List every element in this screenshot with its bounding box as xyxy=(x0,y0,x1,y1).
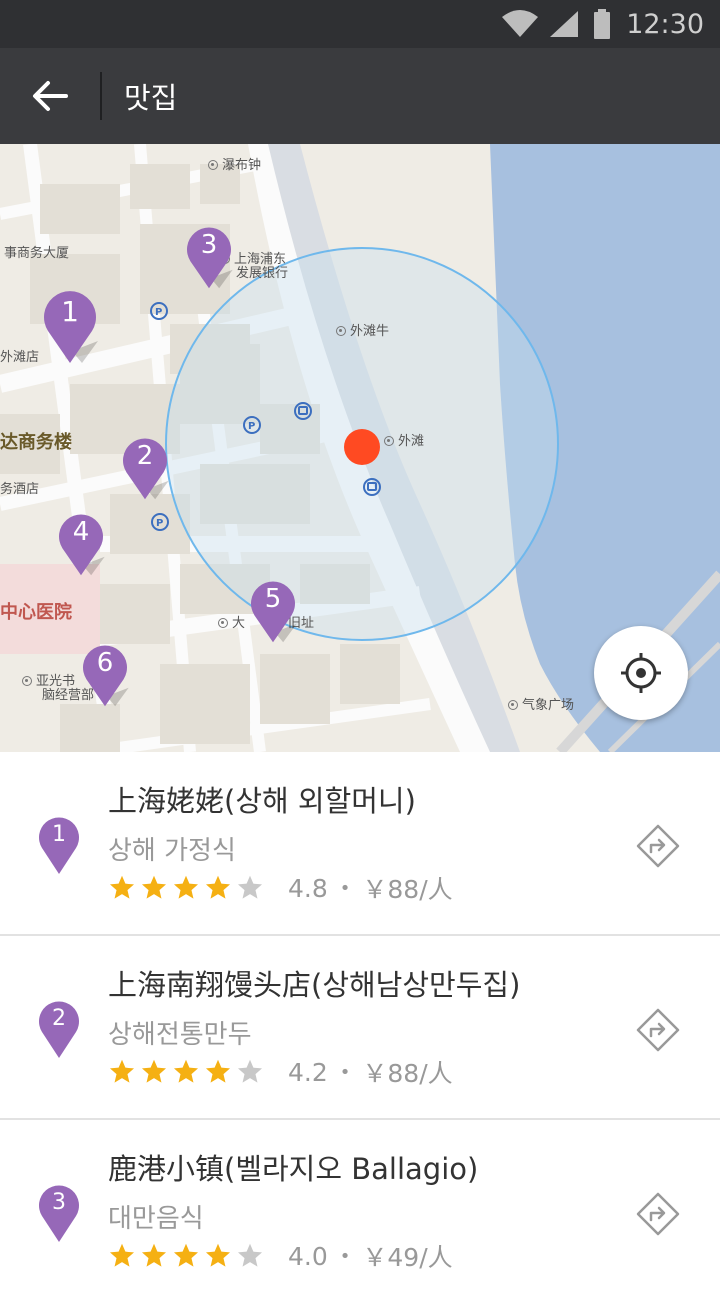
restaurant-category: 상해전통만두 xyxy=(108,1020,252,1050)
list-item[interactable]: 1 上海姥姥(상해 외할머니) 상해 가정식 4.8 • ￥88/人 xyxy=(0,752,720,936)
map-label: 事商务大厦 xyxy=(4,246,70,261)
star-icon xyxy=(141,1059,167,1083)
map-pin[interactable]: 4 xyxy=(57,511,105,577)
star-icon xyxy=(173,1243,199,1267)
star-icon xyxy=(205,1243,231,1267)
map-label: 中心医院 xyxy=(0,602,72,623)
rating-value: 4.0 xyxy=(288,1241,328,1271)
star-rating xyxy=(108,1058,268,1086)
arrow-left-icon xyxy=(33,81,68,111)
star-icon xyxy=(205,1059,231,1083)
star-icon xyxy=(141,1243,167,1267)
star-icon xyxy=(109,1243,135,1267)
rating-value: 4.2 xyxy=(288,1057,328,1087)
map-pin[interactable]: 6 xyxy=(81,642,129,708)
restaurant-meta: 4.2 • ￥88/人 xyxy=(108,1054,453,1090)
map-pin[interactable]: 1 xyxy=(42,287,98,365)
map-label: 务酒店 xyxy=(0,482,40,497)
star-icon xyxy=(205,875,231,899)
directions-button[interactable] xyxy=(634,822,682,870)
directions-icon xyxy=(636,1192,680,1236)
star-icon xyxy=(173,1059,199,1083)
price: ￥49/人 xyxy=(362,1243,453,1272)
directions-icon xyxy=(636,1008,680,1052)
price: ￥88/人 xyxy=(362,1059,453,1088)
wifi-icon xyxy=(502,10,539,37)
star-icon xyxy=(173,875,199,899)
list-item[interactable]: 3 鹿港小镇(벨라지오 Ballagio) 대만음식 4.0 • ￥49/人 xyxy=(0,1120,720,1304)
map-pin[interactable]: 2 xyxy=(121,435,169,501)
restaurant-name: 上海南翔馒头店(상해남상만두집) xyxy=(108,968,521,1002)
separator-dot: • xyxy=(339,877,351,899)
status-bar: 12:30 xyxy=(0,0,720,48)
map-label: 瀑布钟 xyxy=(208,154,261,173)
separator-dot: • xyxy=(339,1061,351,1083)
directions-icon xyxy=(636,824,680,868)
svg-text:P: P xyxy=(155,307,162,318)
map-label: 外滩店 xyxy=(0,350,40,365)
restaurant-category: 대만음식 xyxy=(108,1204,204,1234)
restaurant-meta: 4.0 • ￥49/人 xyxy=(108,1238,453,1274)
directions-button[interactable] xyxy=(634,1006,682,1054)
price: ￥88/人 xyxy=(362,875,453,904)
restaurant-meta: 4.8 • ￥88/人 xyxy=(108,870,453,906)
rating-value: 4.8 xyxy=(288,873,328,903)
map-pin[interactable]: 5 xyxy=(249,578,297,644)
map-label: 气象广场 xyxy=(508,694,574,713)
signal-icon xyxy=(550,11,579,37)
app-bar: 맛집 xyxy=(0,48,720,144)
star-icon xyxy=(109,1059,135,1083)
star-rating xyxy=(108,874,268,902)
map-view[interactable]: PPP 瀑布钟 事商务大厦 上海浦东 发展银行 外滩店 外滩牛 达商务楼 外滩 … xyxy=(0,144,720,752)
crosshair-icon xyxy=(621,653,661,693)
battery-icon xyxy=(594,9,611,39)
restaurant-name: 上海姥姥(상해 외할머니) xyxy=(108,784,416,818)
map-label: 外滩牛 xyxy=(336,320,389,339)
star-icon xyxy=(237,1243,263,1267)
svg-text:P: P xyxy=(156,518,163,529)
directions-button[interactable] xyxy=(634,1190,682,1238)
app-bar-divider xyxy=(100,72,102,120)
list-pin: 1 xyxy=(38,816,80,874)
list-pin: 2 xyxy=(38,1000,80,1058)
my-location-button[interactable] xyxy=(594,626,688,720)
star-icon xyxy=(109,875,135,899)
status-time: 12:30 xyxy=(626,8,704,40)
restaurant-name: 鹿港小镇(벨라지오 Ballagio) xyxy=(108,1152,479,1186)
back-button[interactable] xyxy=(0,48,100,144)
map-label: 外滩 xyxy=(384,430,424,449)
star-icon xyxy=(141,875,167,899)
map-label: 发展银行 xyxy=(236,266,289,281)
star-rating xyxy=(108,1242,268,1270)
star-icon xyxy=(237,875,263,899)
page-title: 맛집 xyxy=(124,81,178,115)
list-item[interactable]: 2 上海南翔馒头店(상해남상만두집) 상해전통만두 4.2 • ￥88/人 xyxy=(0,936,720,1120)
map-label: 达商务楼 xyxy=(0,432,72,453)
restaurant-category: 상해 가정식 xyxy=(108,836,236,866)
separator-dot: • xyxy=(339,1245,351,1267)
svg-text:P: P xyxy=(248,421,255,432)
map-label: 大 xyxy=(218,612,245,631)
star-icon xyxy=(237,1059,263,1083)
list-pin: 3 xyxy=(38,1184,80,1242)
restaurant-list: 1 上海姥姥(상해 외할머니) 상해 가정식 4.8 • ￥88/人 2 上海南… xyxy=(0,752,720,1304)
map-pin[interactable]: 3 xyxy=(185,224,233,290)
